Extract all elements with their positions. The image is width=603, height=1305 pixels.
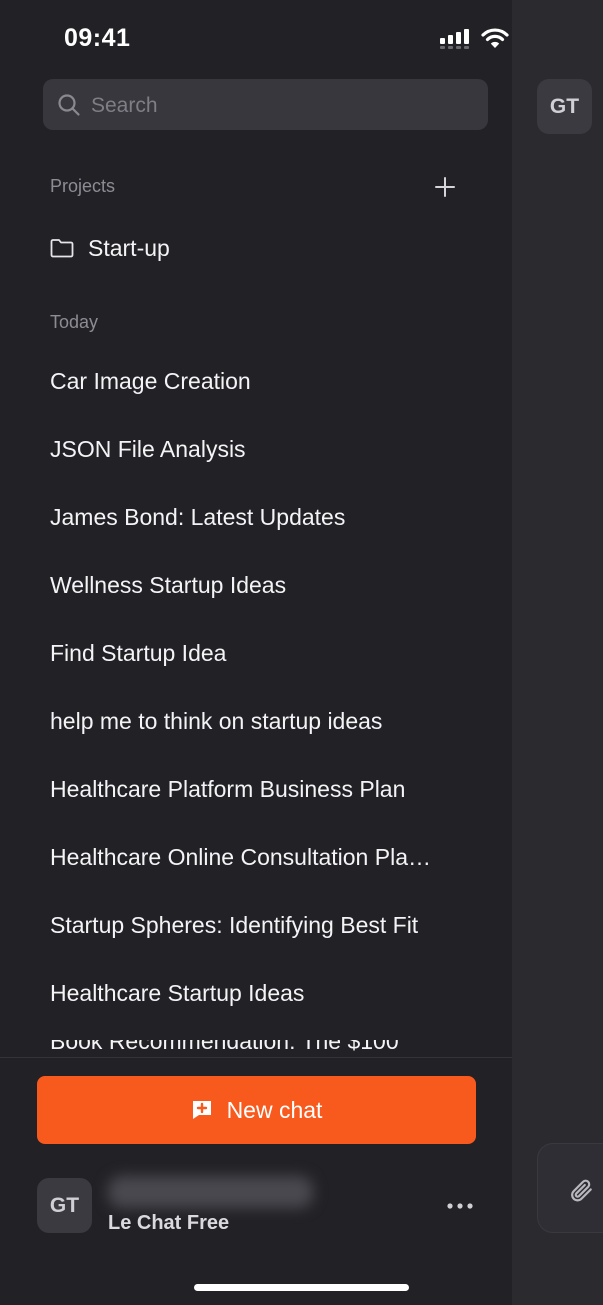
chat-item-partial[interactable]: Book Recommendation: The $100 — [50, 1040, 460, 1058]
chat-item[interactable]: Healthcare Startup Ideas — [50, 974, 490, 1042]
user-name-redacted — [108, 1176, 313, 1208]
user-plan: Le Chat Free — [108, 1212, 230, 1234]
search-icon — [58, 94, 80, 116]
new-chat-button[interactable]: New chat — [37, 1076, 476, 1144]
ellipsis-icon — [447, 1203, 473, 1209]
wifi-icon — [481, 28, 509, 48]
chat-item[interactable]: Healthcare Platform Business Plan — [50, 770, 490, 838]
new-chat-label: New chat — [226, 1096, 323, 1123]
user-avatar[interactable]: GT — [37, 1178, 92, 1233]
sidebar-drawer: 09:41 Projects — [0, 0, 512, 1305]
project-item-start-up[interactable]: Start-up — [50, 230, 470, 266]
add-project-button[interactable] — [430, 172, 460, 202]
chat-history-list: Car Image Creation JSON File Analysis Ja… — [50, 362, 490, 1042]
chat-item[interactable]: Healthcare Online Consultation Pla… — [50, 838, 490, 906]
chat-list-overflow: Book Recommendation: The $100 — [0, 1040, 512, 1058]
user-avatar-initials: GT — [49, 1193, 80, 1217]
chat-item[interactable]: Wellness Startup Ideas — [50, 566, 490, 634]
main-content-peek: GT — [512, 0, 603, 1305]
search-input[interactable] — [89, 79, 473, 132]
projects-heading: Projects — [50, 176, 116, 196]
status-time: 09:41 — [64, 24, 131, 52]
plus-icon — [435, 177, 455, 197]
main-avatar-initials: GT — [549, 94, 580, 118]
folder-icon — [50, 239, 74, 258]
divider — [0, 1057, 512, 1058]
main-avatar[interactable]: GT — [537, 79, 592, 134]
cellular-signal-icon — [440, 29, 469, 49]
project-label: Start-up — [88, 234, 170, 261]
search-bar[interactable] — [43, 79, 488, 132]
chat-item[interactable]: help me to think on startup ideas — [50, 702, 490, 770]
chat-item[interactable]: Find Startup Idea — [50, 634, 490, 702]
chat-item[interactable]: Startup Spheres: Identifying Best Fit — [50, 906, 490, 974]
paperclip-icon — [571, 1179, 592, 1202]
today-heading: Today — [50, 312, 99, 332]
new-chat-icon — [192, 1101, 211, 1119]
more-options-button[interactable] — [440, 1192, 480, 1220]
chat-item[interactable]: Car Image Creation — [50, 362, 490, 430]
chat-item[interactable]: JSON File Analysis — [50, 430, 490, 498]
attach-button[interactable] — [537, 1143, 603, 1233]
chat-item[interactable]: James Bond: Latest Updates — [50, 498, 490, 566]
home-indicator[interactable] — [194, 1284, 409, 1291]
